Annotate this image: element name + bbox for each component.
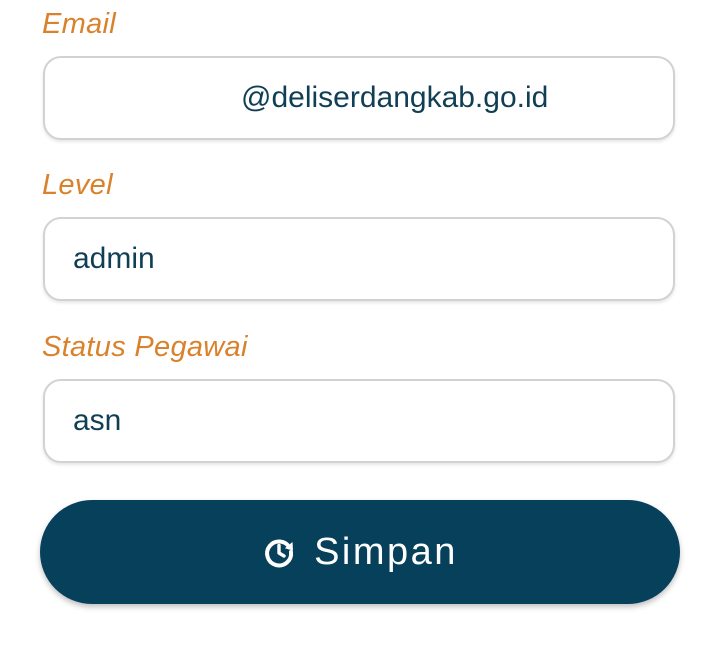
level-value: admin	[73, 242, 155, 275]
email-value: @deliserdangkab.go.id	[241, 81, 549, 114]
status-pegawai-field[interactable]: asn	[43, 379, 675, 463]
status-pegawai-value: asn	[73, 404, 122, 437]
refresh-clock-icon	[262, 535, 296, 569]
email-label: Email	[42, 8, 117, 40]
edit-user-form: Email @deliserdangkab.go.id Level admin …	[0, 0, 720, 657]
simpan-button[interactable]: Simpan	[40, 500, 680, 604]
status-pegawai-label: Status Pegawai	[42, 331, 248, 363]
level-label: Level	[42, 169, 113, 201]
level-field[interactable]: admin	[43, 217, 675, 301]
simpan-button-label: Simpan	[314, 530, 458, 573]
email-field[interactable]: @deliserdangkab.go.id	[43, 56, 675, 140]
